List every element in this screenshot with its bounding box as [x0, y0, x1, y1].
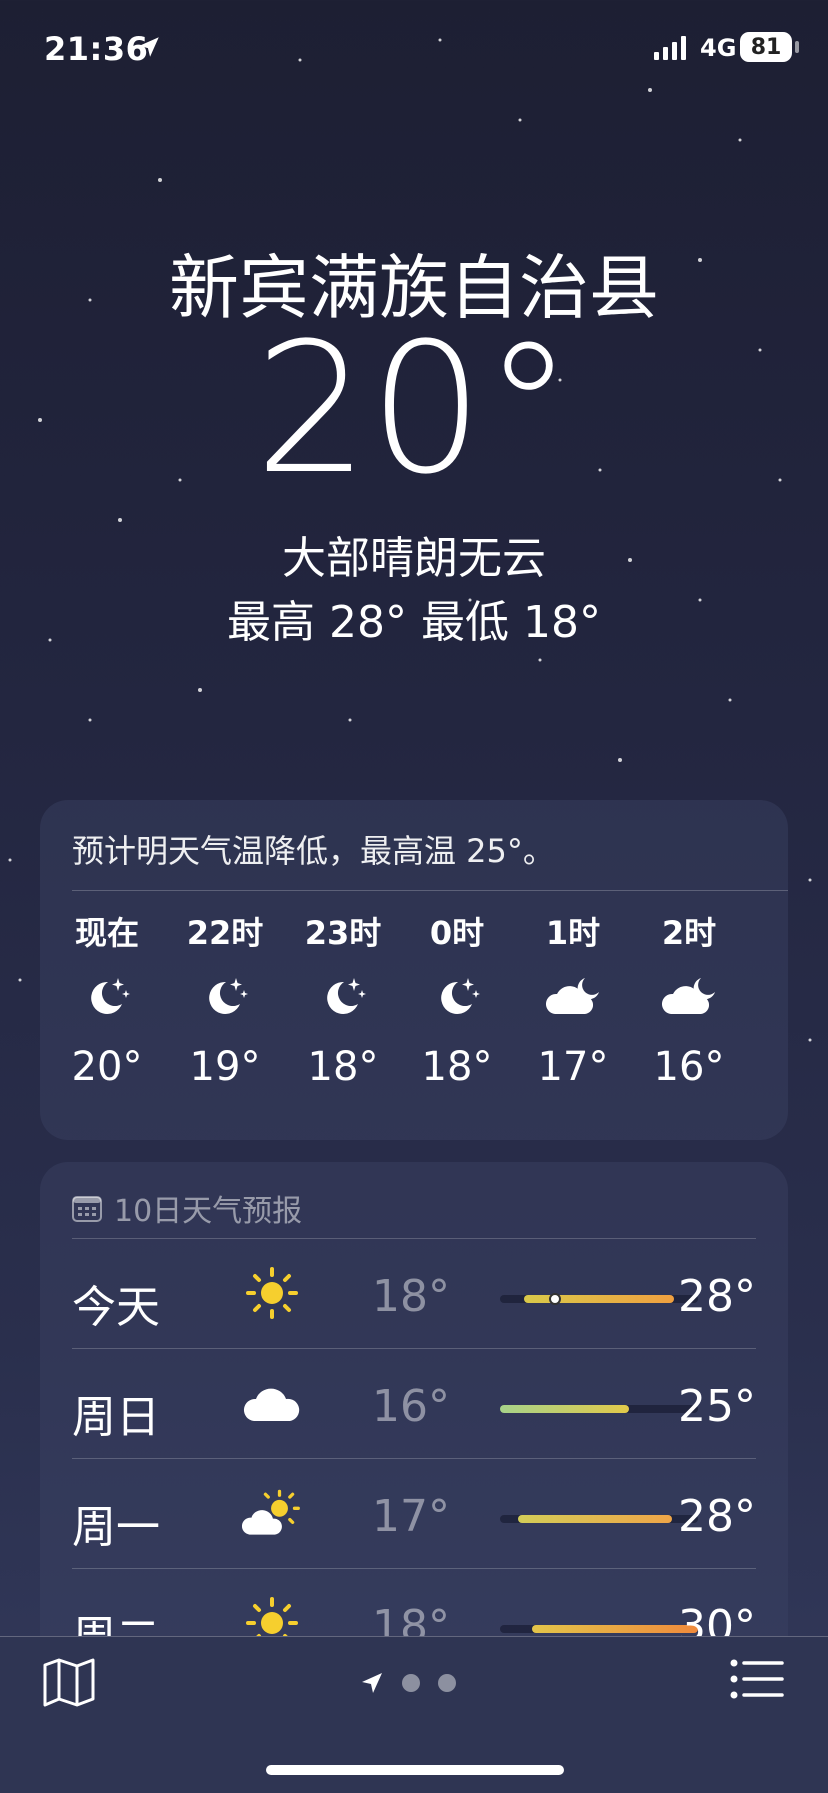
hourly-forecast-card[interactable]: 预计明天气温降低，最高温 25°。 现在 20° 22时 19° 23时 18° 0时 18°…: [40, 800, 788, 1140]
location-arrow-icon: [139, 37, 159, 57]
temperature-range-fill: [500, 1405, 629, 1413]
day-row[interactable]: 周一 17° 28°: [72, 1458, 756, 1569]
temperature-range-fill: [523, 1295, 675, 1303]
day-row[interactable]: 今天 18° 28°: [72, 1238, 756, 1349]
network-type: 4G: [700, 34, 737, 62]
battery-icon: 81: [740, 32, 792, 62]
moon-stars-icon: [170, 958, 280, 1036]
hour-temperature: 17°: [537, 1044, 609, 1090]
sun-icon: [242, 1263, 302, 1323]
temperature-range-bar: [500, 1293, 698, 1305]
current-temperature: 20°: [254, 305, 574, 514]
temperature-range-bar: [500, 1405, 698, 1413]
temperature-range-fill: [531, 1625, 698, 1633]
battery-tip: [795, 41, 799, 53]
day-high-temp: 28°: [678, 1271, 756, 1322]
moon-stars-icon: [52, 958, 162, 1036]
hourly-item: 1时 17°: [518, 908, 628, 1090]
page-dot[interactable]: [402, 1674, 420, 1692]
hour-label: 1时: [545, 914, 601, 952]
page-dot[interactable]: [438, 1674, 456, 1692]
home-indicator[interactable]: [266, 1765, 564, 1775]
day-name: 周日: [72, 1392, 160, 1443]
hourly-item: 现在 20°: [52, 908, 162, 1090]
day-low-temp: 16°: [372, 1381, 450, 1432]
day-low-temp: 17°: [372, 1491, 450, 1542]
hour-label: 现在: [74, 914, 139, 952]
page-indicator[interactable]: [360, 1671, 456, 1695]
current-temp-marker: [549, 1293, 562, 1305]
map-icon[interactable]: [42, 1657, 96, 1707]
cloud-moon-icon: [518, 958, 628, 1036]
cellular-signal-icon: [654, 36, 686, 60]
forecast-summary: 预计明天气温降低，最高温 25°。: [72, 832, 555, 870]
ten-day-header: 10日天气预报: [72, 1186, 302, 1230]
status-bar: 21:36 4G 81: [0, 0, 828, 100]
location-list-icon[interactable]: [730, 1659, 784, 1699]
hour-temperature: 19°: [189, 1044, 261, 1090]
temperature-range-bar: [500, 1625, 698, 1633]
day-row[interactable]: 周日 16° 25°: [72, 1348, 756, 1459]
hourly-item: 0时 18°: [402, 908, 512, 1090]
day-name: 周一: [72, 1502, 160, 1553]
partly-sunny-icon: [242, 1483, 302, 1543]
divider: [72, 890, 788, 891]
moon-stars-icon: [402, 958, 512, 1036]
day-high-temp: 25°: [678, 1381, 756, 1432]
cloud-icon: [242, 1373, 302, 1433]
hour-temperature: 16°: [653, 1044, 725, 1090]
temperature-range-fill: [517, 1515, 673, 1523]
hour-label: 2时: [661, 914, 717, 952]
ten-day-title: 10日天气预报: [114, 1194, 303, 1229]
hour-temperature: 18°: [421, 1044, 493, 1090]
hour-label: 23时: [304, 914, 382, 952]
hour-temperature: 20°: [71, 1044, 143, 1090]
day-name: 今天: [72, 1282, 160, 1333]
hourly-item: 23时 18°: [288, 908, 398, 1090]
hourly-item: 2时 16°: [634, 908, 744, 1090]
high-low-temperature: 最高 28° 最低 18°: [227, 597, 601, 648]
temperature-range-bar: [500, 1515, 698, 1523]
weather-condition: 大部晴朗无云: [282, 533, 546, 584]
day-low-temp: 18°: [372, 1271, 450, 1322]
hour-label: 22时: [186, 914, 264, 952]
calendar-icon: [72, 1196, 102, 1222]
cloud-moon-icon: [634, 958, 744, 1036]
current-location-page-icon[interactable]: [360, 1671, 384, 1695]
day-high-temp: 28°: [678, 1491, 756, 1542]
hourly-item: 22时 19°: [170, 908, 280, 1090]
hour-label: 0时: [429, 914, 485, 952]
hour-temperature: 18°: [307, 1044, 379, 1090]
battery-level: 81: [750, 34, 782, 60]
status-time: 21:36: [44, 30, 149, 68]
moon-stars-icon: [288, 958, 398, 1036]
